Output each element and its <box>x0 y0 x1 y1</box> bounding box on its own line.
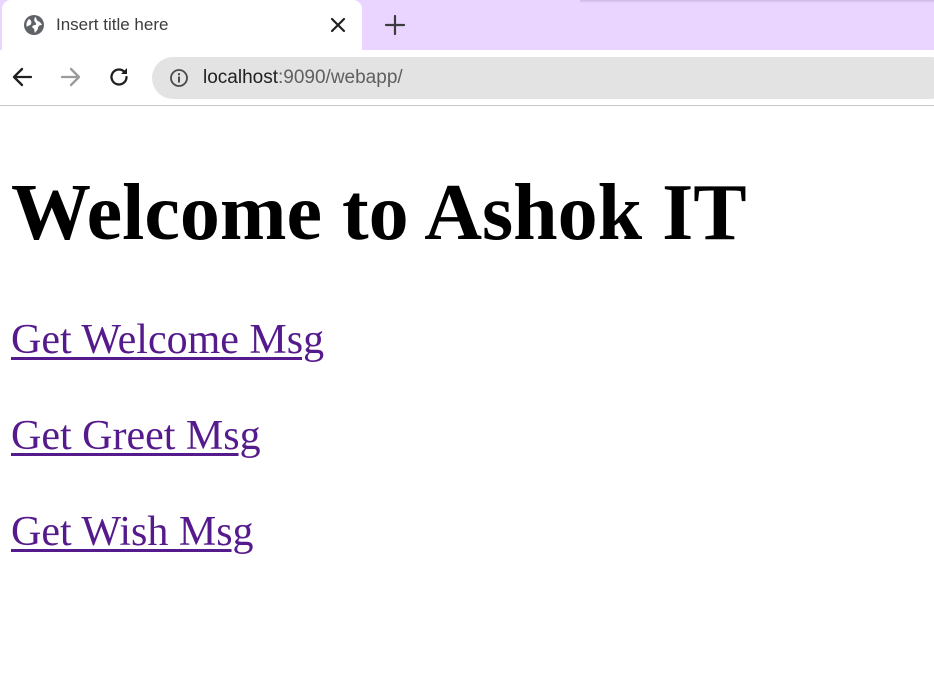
info-icon[interactable] <box>169 68 189 88</box>
forward-arrow-icon[interactable] <box>57 64 83 90</box>
close-icon[interactable] <box>328 15 348 35</box>
url-text: localhost:9090/webapp/ <box>203 67 403 89</box>
tab-strip-shadow <box>580 0 934 3</box>
page-content: Welcome to Ashok IT Get Welcome Msg Get … <box>0 106 934 697</box>
browser-toolbar: localhost:9090/webapp/ <box>0 50 934 106</box>
get-wish-msg-link[interactable]: Get Wish Msg <box>11 508 254 556</box>
get-welcome-msg-link[interactable]: Get Welcome Msg <box>11 316 324 364</box>
tab-strip: Insert title here <box>0 0 934 50</box>
active-tab[interactable]: Insert title here <box>2 0 362 50</box>
browser-chrome: Insert title here localhost:9090/webapp/ <box>0 0 934 106</box>
back-arrow-icon[interactable] <box>10 64 36 90</box>
globe-icon <box>24 15 44 35</box>
plus-icon[interactable] <box>383 13 407 37</box>
page-heading: Welcome to Ashok IT <box>11 169 747 257</box>
tab-title: Insert title here <box>56 15 169 34</box>
address-bar[interactable]: localhost:9090/webapp/ <box>152 57 934 99</box>
reload-icon[interactable] <box>106 64 132 90</box>
url-host: localhost <box>203 67 278 88</box>
url-path: :9090/webapp/ <box>278 67 403 88</box>
get-greet-msg-link[interactable]: Get Greet Msg <box>11 412 261 460</box>
